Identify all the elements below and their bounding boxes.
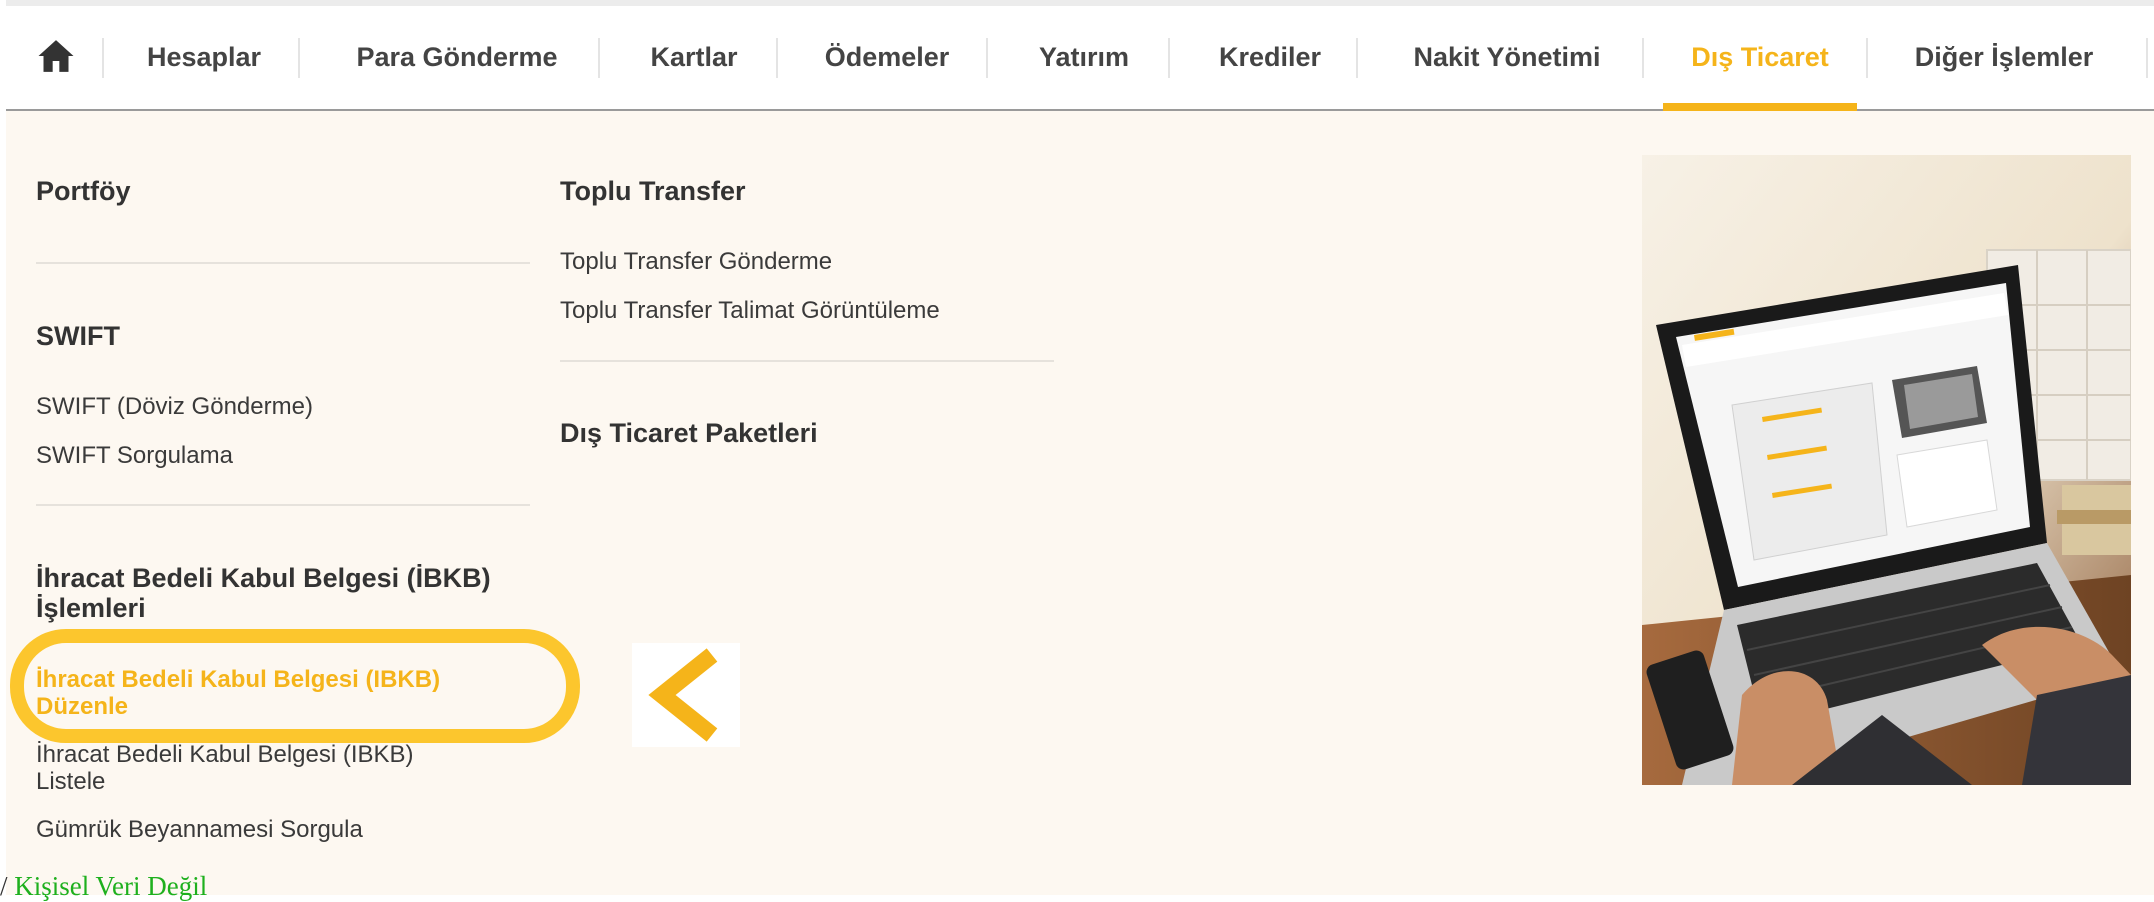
menu-link-swift-sorgulama[interactable]: SWIFT Sorgulama: [36, 442, 233, 469]
menu-link-line: İhracat Bedeli Kabul Belgesi (IBKB): [36, 741, 414, 768]
nav-item-diger-islemler[interactable]: Diğer İşlemler: [1882, 6, 2126, 109]
nav-item-nakit-yonetimi[interactable]: Nakit Yönetimi: [1372, 6, 1642, 109]
menu-heading-ibkb-islemleri: İhracat Bedeli Kabul Belgesi (İBKB) İşle…: [36, 563, 491, 623]
nav-item-dis-ticaret[interactable]: Dış Ticaret: [1658, 6, 1862, 109]
menu-link-toplu-transfer-gonderme[interactable]: Toplu Transfer Gönderme: [560, 248, 832, 275]
nav-separator: [598, 38, 600, 78]
footer-note: / Kişisel Veri Değil: [0, 871, 207, 902]
main-navigation: Hesaplar Para Gönderme Kartlar Ödemeler …: [6, 6, 2154, 111]
nav-separator: [776, 38, 778, 78]
nav-separator: [102, 38, 104, 78]
menu-divider: [36, 504, 530, 506]
nav-item-yatirim[interactable]: Yatırım: [1000, 6, 1168, 109]
nav-item-kartlar[interactable]: Kartlar: [612, 6, 776, 109]
home-icon[interactable]: [36, 36, 76, 76]
menu-divider: [36, 262, 530, 264]
nav-item-hesaplar[interactable]: Hesaplar: [118, 6, 290, 109]
laptop-illustration: [1642, 155, 2131, 785]
menu-link-gumruk-beyannamesi-sorgula[interactable]: Gümrük Beyannamesi Sorgula: [36, 816, 363, 843]
nav-item-para-gonderme[interactable]: Para Gönderme: [312, 6, 602, 109]
menu-link-swift-doviz-gonderme[interactable]: SWIFT (Döviz Gönderme): [36, 393, 313, 420]
footer-label: Kişisel Veri Değil: [14, 871, 208, 901]
menu-heading-line: İşlemleri: [36, 593, 146, 623]
nav-separator: [1168, 38, 1170, 78]
menu-link-line: Listele: [36, 768, 106, 795]
mega-menu-panel: Portföy SWIFT SWIFT (Döviz Gönderme) SWI…: [6, 111, 2154, 895]
nav-separator: [986, 38, 988, 78]
active-tab-indicator: [1663, 103, 1857, 111]
menu-heading-swift: SWIFT: [36, 321, 120, 351]
menu-heading-line: İhracat Bedeli Kabul Belgesi (İBKB): [36, 563, 491, 593]
menu-link-ibkb-listele[interactable]: İhracat Bedeli Kabul Belgesi (IBKB) List…: [36, 741, 414, 795]
menu-heading-dis-ticaret-paketleri[interactable]: Dış Ticaret Paketleri: [560, 418, 818, 448]
nav-separator: [298, 38, 300, 78]
chevron-left-icon: [648, 648, 718, 742]
nav-separator: [2146, 38, 2148, 78]
nav-item-krediler[interactable]: Krediler: [1184, 6, 1356, 109]
pointer-arrow: [632, 643, 740, 747]
menu-heading-toplu-transfer: Toplu Transfer: [560, 176, 746, 206]
nav-separator: [1642, 38, 1644, 78]
menu-heading-portfoy[interactable]: Portföy: [36, 176, 131, 206]
footer-slash: /: [0, 871, 8, 901]
menu-link-toplu-transfer-talimat-goruntuleme[interactable]: Toplu Transfer Talimat Görüntüleme: [560, 297, 940, 324]
nav-separator: [1356, 38, 1358, 78]
highlight-ring: [10, 629, 580, 743]
nav-separator: [1866, 38, 1868, 78]
nav-item-odemeler[interactable]: Ödemeler: [790, 6, 984, 109]
menu-divider: [560, 360, 1054, 362]
